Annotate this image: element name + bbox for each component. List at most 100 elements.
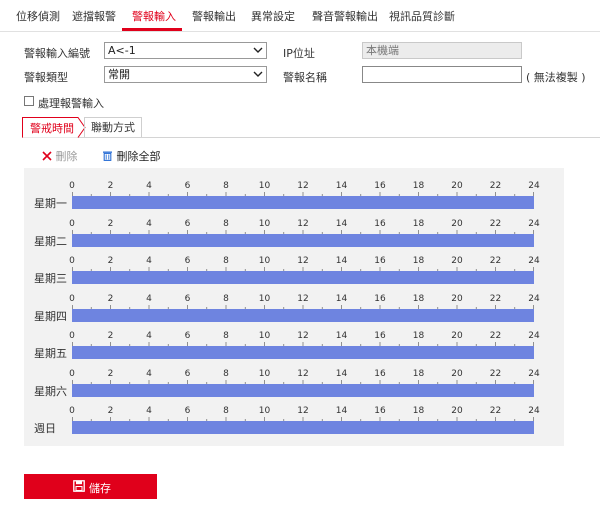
tab-alarm-input[interactable]: 警報輸入 [132,8,176,30]
tab-audio-alarm-output[interactable]: 聲音警報輸出 [312,8,378,30]
tab-video-quality-diagnosis[interactable]: 視訊品質診斷 [389,8,455,30]
hour-label: 0 [69,331,75,341]
save-button[interactable]: 儲存 [24,474,157,499]
hour-label: 0 [69,256,75,266]
hour-label: 10 [258,293,271,304]
hour-label: 16 [374,293,386,304]
subtab-linkage-method[interactable]: 聯動方式 [84,117,142,137]
ip-label: IP位址 [283,47,315,60]
alarm-input-no-value: A<-1 [108,44,136,57]
hour-label: 8 [223,331,229,341]
hour-label: 22 [489,331,502,341]
alarm-type-label: 警報類型 [24,71,68,84]
hour-label: 22 [489,368,502,379]
hour-label: 0 [69,181,75,191]
hour-label: 24 [528,218,540,229]
delete-label: 刪除 [55,150,78,163]
hour-label: 14 [335,368,348,379]
subtab-arming-schedule[interactable]: 警戒時間 [30,119,74,139]
hour-label: 22 [489,256,502,266]
schedule-bar[interactable] [72,196,534,209]
hour-label: 18 [412,293,425,304]
hour-label: 20 [451,181,463,191]
ip-field: 本機端 [362,42,522,59]
hour-label: 22 [489,406,502,416]
hour-label: 4 [146,256,152,266]
hour-label: 20 [451,293,463,304]
alarm-name-input[interactable] [362,66,522,83]
hour-label: 4 [146,181,152,191]
hour-label: 10 [258,256,271,266]
hour-label: 20 [451,256,463,266]
hour-label: 24 [528,293,540,304]
tab-motion-detection[interactable]: 位移偵測 [16,8,60,30]
hour-label: 20 [451,406,463,416]
hour-label: 22 [489,218,502,229]
hour-label: 6 [184,218,191,229]
hour-label: 2 [107,256,114,266]
hour-label: 4 [146,368,152,379]
schedule-bar[interactable] [72,383,534,397]
hour-label: 0 [69,218,75,229]
day-label: 星期四 [34,309,67,323]
hour-label: 18 [412,181,425,191]
schedule-bar[interactable] [72,271,534,284]
hour-label: 14 [335,256,348,266]
tab-exception-settings[interactable]: 異常設定 [251,8,295,30]
hour-label: 6 [184,406,191,416]
hour-label: 12 [297,368,309,379]
hour-label: 16 [374,181,386,191]
hour-label: 2 [107,331,114,341]
hour-label: 0 [69,406,75,416]
delete-all-button[interactable]: 刪除全部 [102,148,161,164]
day-label: 星期五 [34,347,67,360]
hour-label: 8 [223,406,229,416]
hour-label: 10 [258,331,271,341]
hour-label: 6 [184,331,191,341]
hour-label: 18 [412,331,425,341]
hour-label: 0 [69,293,75,304]
schedule-bar[interactable] [72,233,534,247]
hour-label: 12 [297,256,309,266]
chevron-down-icon [253,47,263,53]
hour-label: 12 [297,181,309,191]
hour-label: 2 [107,368,114,379]
hour-label: 2 [107,218,114,229]
hour-label: 24 [528,181,540,191]
hour-label: 8 [223,256,229,266]
hour-label: 22 [489,181,502,191]
hour-label: 18 [412,218,425,229]
chevron-down-icon [253,71,263,77]
hour-label: 20 [451,368,463,379]
hour-label: 6 [184,181,191,191]
alarm-input-no-select[interactable]: A<-1 [104,42,267,59]
hour-label: 2 [107,406,114,416]
hour-label: 22 [489,293,502,304]
day-label: 星期二 [34,234,67,248]
hour-label: 12 [297,218,309,229]
hour-label: 24 [528,331,540,341]
hour-label: 24 [528,368,540,379]
hour-label: 16 [374,368,386,379]
hour-label: 10 [258,218,271,229]
hour-label: 6 [184,256,191,266]
hour-label: 18 [412,256,425,266]
save-label: 儲存 [89,483,111,495]
handle-alarm-input-checkbox[interactable] [24,96,34,106]
trash-icon [103,151,112,161]
hour-label: 10 [258,181,271,191]
tab-alarm-output[interactable]: 警報輸出 [192,8,236,30]
hour-label: 4 [146,293,152,304]
schedule-bar[interactable] [72,346,534,359]
tab-tamper-alarm[interactable]: 遮擋報警 [72,8,116,30]
hour-label: 8 [223,181,229,191]
hour-label: 12 [297,293,309,304]
alarm-type-select[interactable]: 常開 [104,66,267,83]
hour-label: 8 [223,368,229,379]
hour-label: 24 [528,406,540,416]
delete-button[interactable]: 刪除 [42,148,78,164]
schedule-bar[interactable] [72,308,534,322]
schedule-bar[interactable] [72,421,534,434]
hour-label: 8 [223,218,229,229]
handle-alarm-input-label: 處理報警輸入 [38,97,104,110]
